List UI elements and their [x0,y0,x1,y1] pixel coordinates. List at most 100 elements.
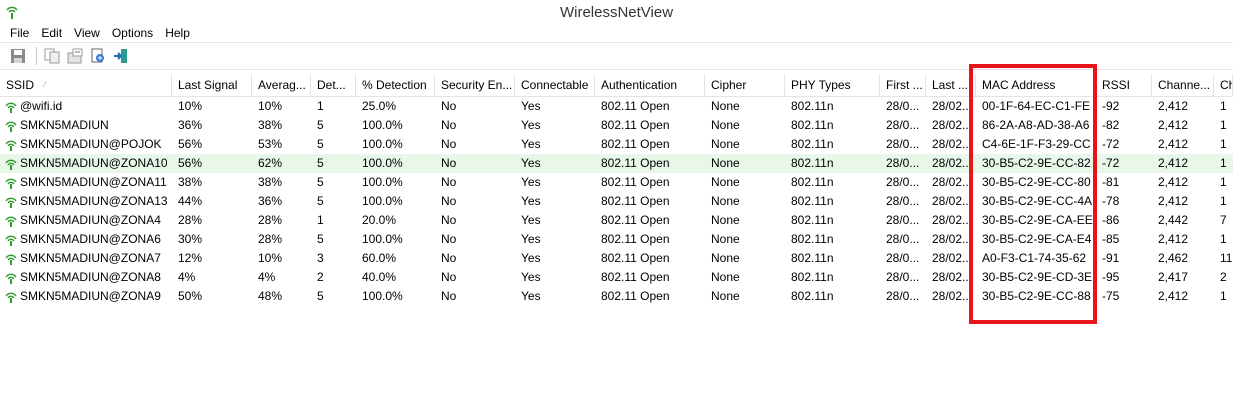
cell-text: 56% [178,156,203,170]
table-cell: 100.0% [356,287,435,306]
column-header[interactable]: Det... [311,74,356,96]
table-row[interactable]: SMKN5MADIUN@ZONA4 28% 28% 1 20.0% No Yes 802.11… [0,211,1233,230]
cell-text: 5 [317,118,324,132]
table-cell: 56% [172,154,252,173]
cell-text: 28/0... [886,213,920,227]
column-header-label: Averag... [258,78,306,92]
window-title: WirelessNetView [559,4,674,21]
table-row[interactable]: SMKN5MADIUN@ZONA11 38% 38% 5 100.0% No Yes 802.… [0,173,1233,192]
menu-bar: File Edit View Options Help [0,24,1233,42]
cell-text: 30-B5-C2-9E-CC-82 [982,156,1091,170]
column-header-label: PHY Types [791,78,851,92]
cell-text: None [711,251,740,265]
column-header[interactable]: Security En... [435,74,515,96]
table-cell: 2,412 [1152,135,1214,154]
table-cell: Yes [515,211,595,230]
table-cell: No [435,249,515,268]
cell-text: No [441,156,457,170]
table-cell: None [705,211,785,230]
cell-text: 802.11 Open [601,137,670,151]
cell-text: 28/02... [932,175,973,189]
menu-view[interactable]: View [68,26,106,40]
column-header[interactable]: % Detection [356,74,435,96]
cell-text: 11 [1220,251,1233,265]
column-header[interactable]: First ... [880,74,926,96]
cell-text: 1 [1220,289,1227,303]
table-cell: 802.11n [785,268,880,287]
table-row[interactable]: @wifi.id 10% 10% 1 25.0% No Yes 802.11 Open None… [0,97,1233,116]
table-cell: 2,417 [1152,268,1214,287]
column-header[interactable]: Cipher [705,74,785,96]
table-row[interactable]: SMKN5MADIUN@ZONA7 12% 10% 3 60.0% No Yes 802.11… [0,249,1233,268]
table-cell: 28/02... [926,211,976,230]
table-cell: 802.11 Open [595,116,705,135]
cell-text: None [711,118,740,132]
column-header[interactable]: MAC Address [976,74,1096,96]
networks-table[interactable]: SSID ∕ Last Signal Averag... Det... % Detecti… [0,74,1233,306]
table-cell: Yes [515,268,595,287]
table-cell: SMKN5MADIUN@POJOK [0,135,172,154]
cell-text: None [711,99,740,113]
table-cell: -95 [1096,268,1152,287]
column-header[interactable]: Authentication [595,74,705,96]
table-cell: 00-1F-64-EC-C1-FE [976,97,1096,116]
table-cell: 10% [252,249,311,268]
table-cell: None [705,249,785,268]
table-cell: Yes [515,249,595,268]
cell-text: -72 [1102,156,1120,170]
menu-edit[interactable]: Edit [35,26,68,40]
cell-text: 30-B5-C2-9E-CC-80 [982,175,1091,189]
cell-text: No [441,270,457,284]
column-header[interactable]: SSID ∕ [0,74,172,96]
column-header[interactable]: Last ... [926,74,976,96]
table-cell: 28/0... [880,230,926,249]
column-header[interactable]: Channe... [1152,74,1214,96]
table-cell: @wifi.id [0,97,172,116]
table-cell: 2,412 [1152,192,1214,211]
cell-text: 7 [1220,213,1227,227]
cell-text: None [711,232,740,246]
column-header[interactable]: RSSI [1096,74,1152,96]
table-row[interactable]: SMKN5MADIUN@POJOK 56% 53% 5 100.0% No Yes 802.1… [0,135,1233,154]
menu-options[interactable]: Options [106,26,159,40]
table-cell: 5 [311,230,356,249]
copy-button[interactable] [42,46,62,66]
table-row[interactable]: SMKN5MADIUN@ZONA10 56% 62% 5 100.0% No Yes 802.… [0,154,1233,173]
html-report-button[interactable] [88,46,108,66]
save-button[interactable] [8,46,28,66]
table-cell: No [435,173,515,192]
cell-text: Yes [521,270,541,284]
table-cell: -92 [1096,97,1152,116]
properties-button[interactable] [65,46,85,66]
table-cell: 40.0% [356,268,435,287]
column-header[interactable]: Ch [1214,74,1233,96]
cell-text: 28/02... [932,156,973,170]
cell-text: -92 [1102,99,1120,113]
cell-text: 28/0... [886,232,920,246]
table-row[interactable]: SMKN5MADIUN@ZONA9 50% 48% 5 100.0% No Yes 802.1… [0,287,1233,306]
table-cell: 100.0% [356,230,435,249]
column-header[interactable]: PHY Types [785,74,880,96]
table-cell: A0-F3-C1-74-35-62 [976,249,1096,268]
column-header[interactable]: Last Signal [172,74,252,96]
table-row[interactable]: SMKN5MADIUN@ZONA13 44% 36% 5 100.0% No Yes 802.… [0,192,1233,211]
table-cell: 802.11n [785,287,880,306]
table-row[interactable]: SMKN5MADIUN@ZONA6 30% 28% 5 100.0% No Yes 802.1… [0,230,1233,249]
cell-text: 1 [317,213,324,227]
column-header[interactable]: Connectable [515,74,595,96]
table-cell: 802.11n [785,192,880,211]
cell-text: 28/0... [886,137,920,151]
table-cell: 38% [252,116,311,135]
cell-text: SMKN5MADIUN@ZONA13 [20,194,168,208]
menu-help[interactable]: Help [159,26,196,40]
table-cell: 5 [311,116,356,135]
column-header-label: SSID [6,78,35,92]
table-row[interactable]: SMKN5MADIUN@ZONA8 4% 4% 2 40.0% No Yes 802.11 O… [0,268,1233,287]
table-row[interactable]: SMKN5MADIUN 36% 38% 5 100.0% No Yes 802.11 Open… [0,116,1233,135]
cell-text: No [441,194,457,208]
menu-file[interactable]: File [4,26,35,40]
cell-text: 802.11n [791,213,834,227]
column-header[interactable]: Averag... [252,74,311,96]
exit-button[interactable] [111,46,131,66]
table-cell: 28/0... [880,116,926,135]
